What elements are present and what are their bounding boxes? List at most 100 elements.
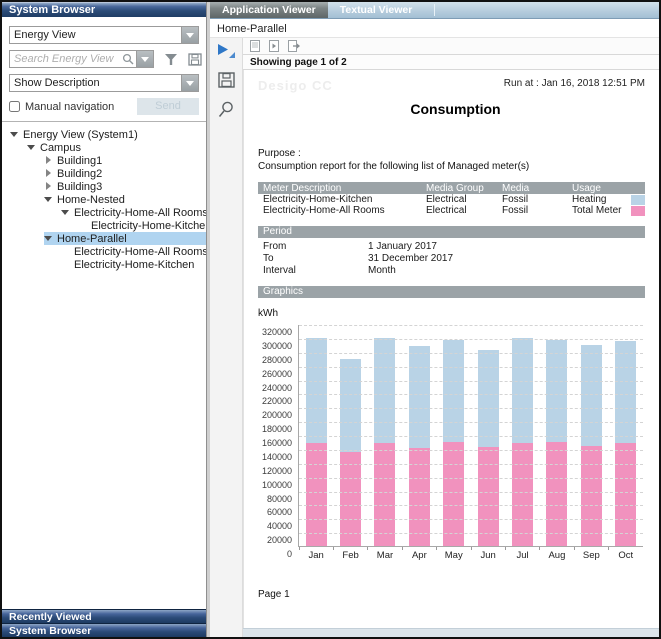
tree-item[interactable]: Electricity-Home-Kitchen — [74, 258, 206, 271]
purpose-label: Purpose : — [258, 147, 653, 160]
gridline — [299, 353, 643, 354]
gridline — [299, 408, 643, 409]
tree-item[interactable]: Electricity-Home-Kitchen — [91, 219, 206, 232]
tree-item-label: Electricity-Home-All Rooms — [74, 207, 206, 219]
meter-table: Meter DescriptionMedia GroupMediaUsage E… — [258, 182, 645, 216]
y-tick-label: 60000 — [256, 507, 292, 517]
gridline — [299, 450, 643, 451]
tree-item-label: Electricity-Home-Kitchen — [91, 220, 206, 232]
consumption-chart: 0200004000060000800001000001200001400001… — [258, 325, 643, 577]
series-color-swatch — [631, 206, 645, 216]
meter-table-body: Electricity-Home-KitchenElectricalFossil… — [258, 194, 645, 216]
run-report-button[interactable] — [217, 43, 235, 59]
zoom-button[interactable] — [218, 101, 234, 118]
tree-expanded-icon[interactable] — [10, 130, 19, 139]
tree-item[interactable]: Home-Nested — [44, 193, 206, 206]
period-row: IntervalMonth — [258, 264, 653, 276]
tree-item-label: Building3 — [57, 181, 102, 193]
purpose-text: Consumption report for the following lis… — [258, 160, 653, 173]
report-viewport[interactable]: Desigo CC Run at : Jan 16, 2018 12:51 PM… — [243, 70, 659, 628]
series-color-swatch — [631, 195, 645, 205]
gridline — [299, 519, 643, 520]
graphics-section-title: Graphics — [258, 286, 645, 298]
view-selector[interactable]: Energy View — [9, 26, 199, 44]
chevron-down-icon — [186, 33, 194, 38]
page-export-icon[interactable] — [288, 40, 300, 52]
bar-segment-total-meter — [581, 446, 602, 546]
tree-item-label: Home-Parallel — [57, 233, 127, 245]
search-dropdown-button[interactable] — [136, 51, 153, 67]
x-tick-label: Aug — [548, 550, 565, 561]
x-tick-label: May — [445, 550, 463, 561]
y-tick-label: 20000 — [256, 535, 292, 545]
tree-item-label: Electricity-Home-Kitchen — [74, 259, 194, 271]
tree-item[interactable]: Campus — [27, 141, 206, 154]
y-tick-label: 240000 — [256, 383, 292, 393]
y-tick-label: 180000 — [256, 424, 292, 434]
tree-item[interactable]: Electricity-Home-All Rooms — [74, 245, 206, 258]
send-button[interactable]: Send — [137, 98, 199, 115]
chevron-down-icon — [186, 81, 194, 86]
page-next-icon[interactable] — [269, 40, 279, 52]
bar-segment-total-meter — [512, 443, 533, 546]
tree-item[interactable]: Building3 — [44, 180, 206, 193]
tree-expanded-icon[interactable] — [44, 234, 53, 243]
tree-expanded-icon[interactable] — [27, 143, 36, 152]
y-tick-label: 300000 — [256, 341, 292, 351]
y-tick-label: 100000 — [256, 480, 292, 490]
tab-application-viewer[interactable]: Application Viewer — [210, 2, 328, 18]
tree-collapsed-icon[interactable] — [44, 182, 53, 191]
tab-textual-viewer[interactable]: Textual Viewer — [328, 2, 434, 18]
gridline — [299, 381, 643, 382]
tree-expanded-icon[interactable] — [61, 208, 70, 217]
save-report-button[interactable] — [218, 72, 235, 88]
period-section-title: Period — [258, 226, 645, 238]
meter-table-header: Meter DescriptionMedia GroupMediaUsage — [258, 182, 645, 194]
tree-item[interactable]: Electricity-Home-All Rooms — [61, 206, 206, 219]
gridline — [299, 533, 643, 534]
view-selector-dropdown-button[interactable] — [181, 27, 198, 43]
manual-navigation-checkbox[interactable] — [9, 101, 20, 112]
display-mode-selector[interactable]: Show Description — [9, 74, 199, 92]
tree-item-label: Energy View (System1) — [23, 129, 138, 141]
gridline — [299, 394, 643, 395]
search-input[interactable] — [10, 51, 122, 67]
tree-item-label: Electricity-Home-All Rooms — [74, 246, 206, 258]
filter-icon[interactable] — [164, 53, 178, 66]
tree-collapsed-icon[interactable] — [44, 169, 53, 178]
period-rows: From1 January 2017To31 December 2017Inte… — [258, 240, 653, 276]
x-tick-label: Apr — [412, 550, 427, 561]
y-tick-label: 0 — [256, 549, 292, 559]
report-logo: Desigo CC — [258, 78, 333, 93]
search-box[interactable] — [9, 50, 154, 68]
x-tick-label: Sep — [583, 550, 600, 561]
bar-segment-heating — [340, 359, 361, 453]
gridline — [299, 478, 643, 479]
tree-item[interactable]: Energy View (System1) — [10, 128, 206, 141]
bar-segment-total-meter — [306, 443, 327, 546]
browser-controls: Energy View Show Description — [2, 17, 206, 122]
manual-navigation-label: Manual navigation — [25, 101, 114, 113]
tree-collapsed-icon[interactable] — [44, 156, 53, 165]
y-tick-label: 280000 — [256, 355, 292, 365]
page-icon[interactable] — [250, 40, 260, 52]
tree-item[interactable]: Building1 — [44, 154, 206, 167]
search-icon[interactable] — [122, 51, 136, 67]
gridline — [299, 422, 643, 423]
report-page-footer: Page 1 — [258, 589, 653, 600]
meter-row: Electricity-Home-KitchenElectricalFossil… — [258, 194, 645, 205]
tree-item[interactable]: Building2 — [44, 167, 206, 180]
tree-item-label: Building2 — [57, 168, 102, 180]
tree-item[interactable]: Home-Parallel — [44, 232, 206, 245]
meter-row: Electricity-Home-All RoomsElectricalFoss… — [258, 205, 645, 216]
period-row: To31 December 2017 — [258, 252, 653, 264]
save-filter-icon[interactable] — [188, 53, 202, 66]
panel-bar-system-browser[interactable]: System Browser — [2, 623, 206, 637]
display-mode-dropdown-button[interactable] — [181, 75, 198, 91]
viewer-panel: Application ViewerTextual Viewer Home-Pa… — [210, 2, 659, 637]
panel-bar-recently-viewed[interactable]: Recently Viewed — [2, 609, 206, 623]
tree-expanded-icon[interactable] — [44, 195, 53, 204]
viewer-bottom-strip — [243, 628, 659, 637]
page-toolbar — [243, 38, 659, 55]
y-tick-label: 40000 — [256, 521, 292, 531]
